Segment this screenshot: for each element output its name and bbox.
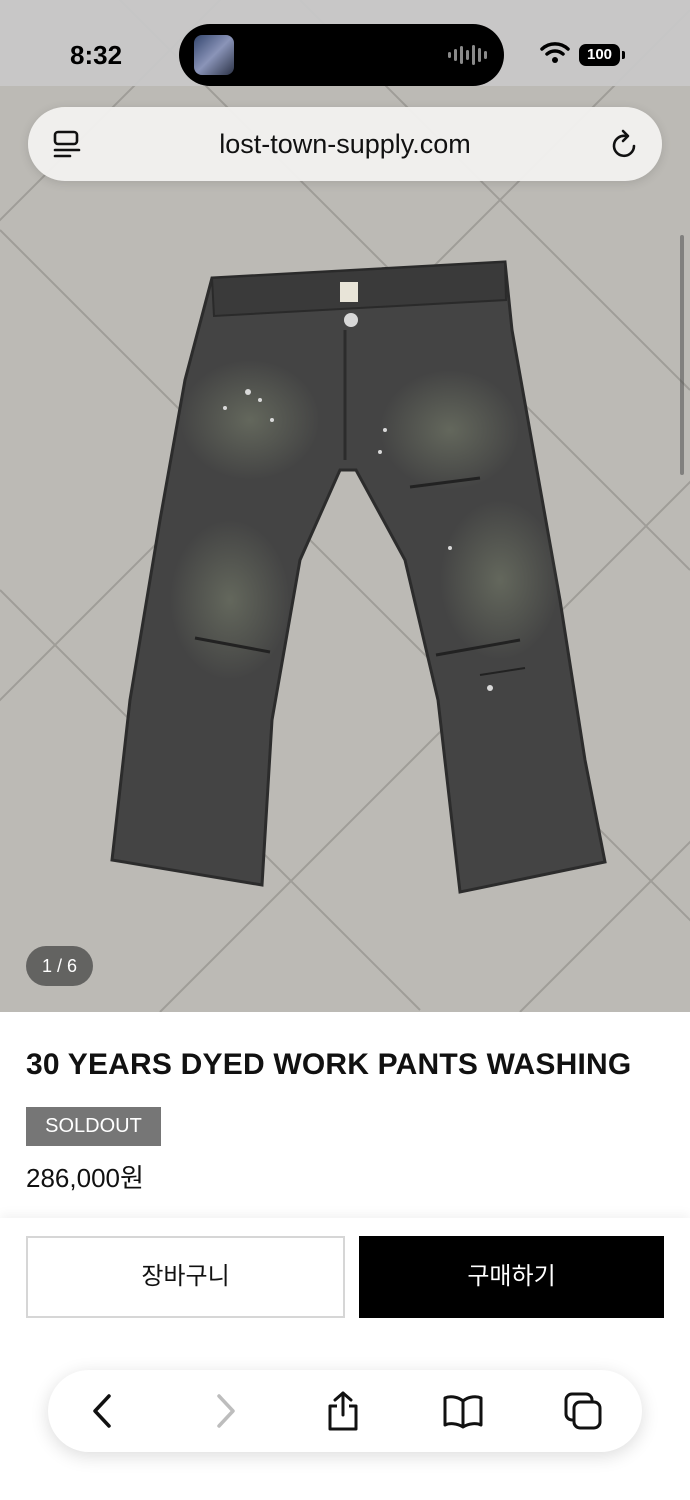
status-time: 8:32	[70, 40, 123, 70]
scroll-indicator[interactable]	[680, 235, 684, 475]
buy-now-button[interactable]: 구매하기	[359, 1236, 664, 1318]
dynamic-island[interactable]	[179, 24, 504, 86]
soldout-badge: SOLDOUT	[26, 1107, 161, 1146]
reload-icon[interactable]	[610, 128, 640, 160]
battery-icon: 100	[579, 44, 620, 66]
url-text[interactable]: lost-town-supply.com	[108, 129, 582, 160]
music-artwork-icon	[194, 35, 234, 75]
wifi-icon	[540, 42, 570, 63]
browser-toolbar	[48, 1370, 642, 1452]
product-price: 286,000원	[26, 1163, 144, 1193]
bookmarks-icon[interactable]	[443, 1391, 483, 1431]
add-to-cart-button[interactable]: 장바구니	[26, 1236, 345, 1318]
share-icon[interactable]	[323, 1391, 363, 1431]
status-bar: 8:32 100	[0, 0, 690, 86]
image-counter: 1 / 6	[26, 946, 93, 986]
tab-menu-icon[interactable]	[52, 129, 82, 159]
page: 8:32 100 lost-town-supply.com 1 / 6 30 Y…	[0, 0, 690, 1500]
audio-waveform-icon	[448, 45, 487, 65]
back-icon[interactable]	[83, 1391, 123, 1431]
forward-icon[interactable]	[205, 1391, 245, 1431]
address-bar[interactable]: lost-town-supply.com	[28, 107, 662, 181]
tabs-icon[interactable]	[563, 1391, 603, 1431]
battery-tip	[622, 51, 625, 59]
product-title: 30 YEARS DYED WORK PANTS WASHING	[26, 1048, 632, 1081]
